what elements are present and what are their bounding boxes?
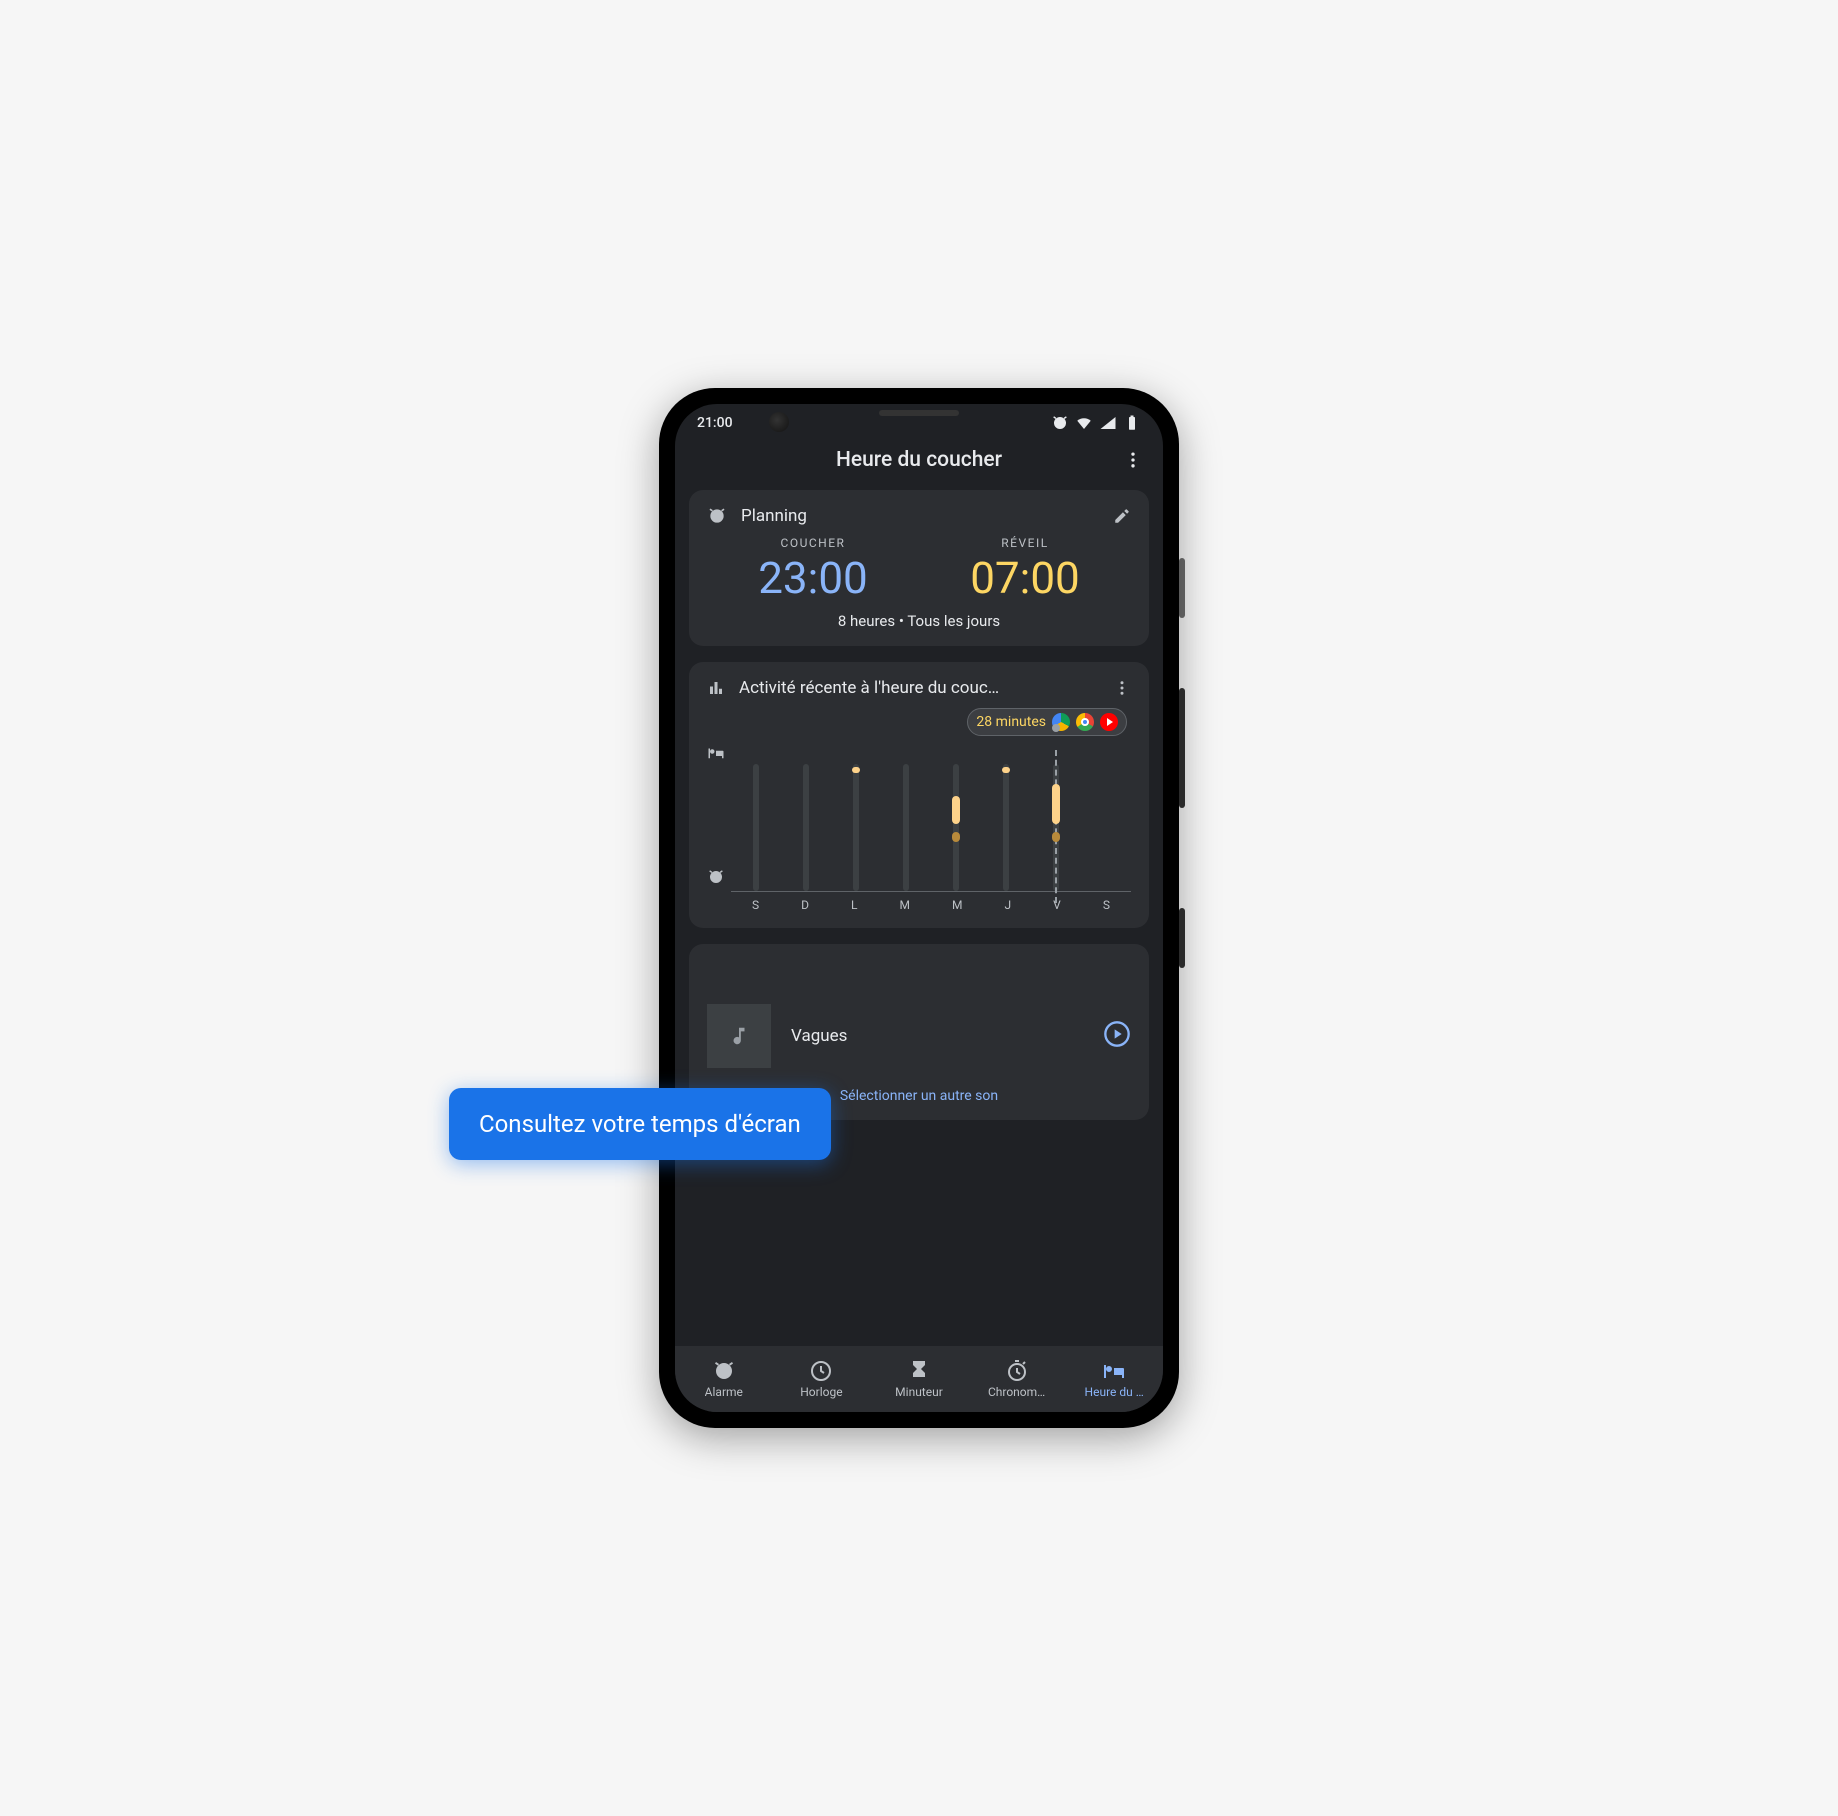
activity-badge-text: 28 minutes [976, 714, 1046, 730]
chart-day-column[interactable] [741, 742, 771, 891]
chart-day-column[interactable] [1091, 742, 1121, 891]
clock-icon [809, 1359, 833, 1383]
chart-day-column[interactable] [991, 742, 1021, 891]
play-circle-icon [1103, 1020, 1131, 1048]
chart-x-label: M [952, 898, 962, 912]
screen-time-callout: Consultez votre temps d'écran [449, 1088, 831, 1160]
kebab-icon [1123, 450, 1143, 470]
side-button [1179, 908, 1185, 968]
nav-label: Heure du … [1085, 1385, 1144, 1399]
nav-label: Chronom… [988, 1385, 1045, 1399]
planning-title: Planning [741, 506, 807, 526]
phone-speaker [879, 410, 959, 416]
sound-thumbnail [707, 1004, 771, 1068]
side-button [1179, 688, 1185, 808]
bedtime-block[interactable]: COUCHER 23:00 [758, 536, 868, 604]
youtube-icon [1100, 713, 1118, 731]
music-note-icon [728, 1025, 750, 1047]
phone-mockup: 21:00 Heure du coucher Pl [659, 388, 1179, 1428]
nav-tab-stopwatch[interactable]: Chronom… [968, 1346, 1066, 1412]
wake-label: RÉVEIL [970, 536, 1080, 550]
activity-badge: 28 minutes [967, 708, 1127, 736]
screen: 21:00 Heure du coucher Pl [675, 404, 1163, 1412]
app-bar: Heure du coucher [675, 438, 1163, 490]
kebab-icon[interactable] [1113, 679, 1131, 697]
bed-icon [1102, 1359, 1126, 1383]
status-time: 21:00 [697, 415, 733, 431]
chart-x-label: D [801, 898, 809, 912]
chart-day-column[interactable] [1041, 742, 1071, 891]
phone-camera [769, 412, 789, 432]
signal-icon [1099, 414, 1117, 432]
chart-day-column[interactable] [891, 742, 921, 891]
chart-x-label: S [1103, 898, 1110, 912]
nav-tab-clock[interactable]: Horloge [773, 1346, 871, 1412]
wake-block[interactable]: RÉVEIL 07:00 [970, 536, 1080, 604]
play-button[interactable] [1103, 1020, 1131, 1052]
page-title: Heure du coucher [836, 448, 1002, 472]
content: Planning COUCHER 23:00 RÉVEIL 07:00 [675, 490, 1163, 1346]
activity-title: Activité récente à l'heure du couc… [739, 678, 1099, 698]
chart-x-label: V [1053, 898, 1061, 912]
bar-chart-icon [707, 679, 725, 697]
bedtime-label: COUCHER [758, 536, 868, 550]
chart-x-label: L [851, 898, 857, 912]
nav-label: Alarme [705, 1385, 743, 1399]
side-button [1179, 558, 1185, 618]
sound-name: Vagues [791, 1026, 1083, 1046]
alarm-icon [707, 868, 725, 890]
pencil-icon[interactable] [1113, 507, 1131, 525]
planning-summary: 8 heures • Tous les jours [707, 612, 1131, 630]
activity-card[interactable]: Activité récente à l'heure du couc… 28 m… [689, 662, 1149, 928]
alarm-icon [707, 506, 727, 526]
chrome-icon [1076, 713, 1094, 731]
alarm-icon [1051, 414, 1069, 432]
stage: Consultez votre temps d'écran 21:00 Heur… [659, 388, 1179, 1428]
chart-x-label: J [1005, 898, 1012, 912]
chart-day-column[interactable] [941, 742, 971, 891]
planning-card[interactable]: Planning COUCHER 23:00 RÉVEIL 07:00 [689, 490, 1149, 646]
wake-value: 07:00 [970, 552, 1080, 604]
nav-tab-hourglass[interactable]: Minuteur [870, 1346, 968, 1412]
nav-tab-alarm[interactable]: Alarme [675, 1346, 773, 1412]
bed-icon [707, 744, 725, 766]
battery-icon [1123, 414, 1141, 432]
hourglass-icon [907, 1359, 931, 1383]
nav-label: Horloge [800, 1385, 842, 1399]
activity-chart: 28 minutes [707, 708, 1131, 912]
wifi-icon [1075, 414, 1093, 432]
stopwatch-icon [1005, 1359, 1029, 1383]
chart-day-column[interactable] [791, 742, 821, 891]
chart-x-label: S [752, 898, 759, 912]
alarm-icon [712, 1359, 736, 1383]
chart-day-column[interactable] [841, 742, 871, 891]
bedtime-value: 23:00 [758, 552, 868, 604]
bottom-nav: Alarme Horloge Minuteur Chronom… Heure du … [675, 1346, 1163, 1412]
chart-x-label: M [900, 898, 910, 912]
nav-label: Minuteur [895, 1385, 943, 1399]
nav-tab-bed[interactable]: Heure du … [1065, 1346, 1163, 1412]
more-options-button[interactable] [1123, 450, 1143, 476]
